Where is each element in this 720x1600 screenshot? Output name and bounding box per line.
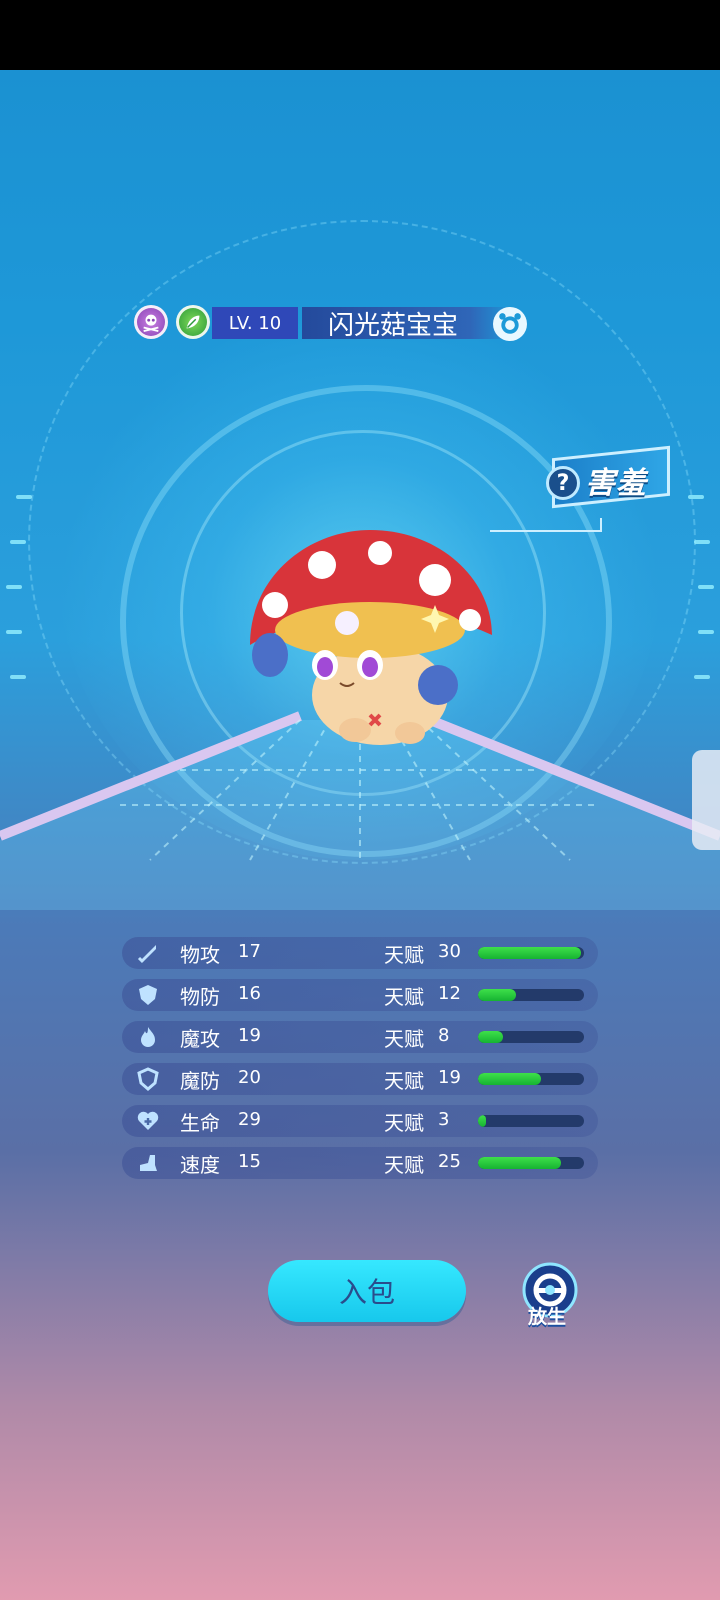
level-label: LV. 10 — [212, 307, 298, 339]
talent-bar — [478, 1115, 584, 1127]
trait-connector — [600, 518, 602, 532]
add-to-bag-button[interactable]: 入包 — [268, 1260, 466, 1322]
talent-bar-fill — [478, 947, 581, 959]
stat-name: 速度 — [180, 1153, 220, 1177]
stat-row-physical-defense: 物防 16 天赋 12 — [122, 979, 598, 1011]
poison-icon — [134, 305, 168, 339]
magic-shield-icon — [137, 1067, 159, 1091]
talent-bar-fill — [478, 1157, 561, 1169]
grass-icon — [176, 305, 210, 339]
talent-value: 25 — [438, 1151, 461, 1172]
stat-value: 17 — [238, 941, 261, 962]
talent-bar — [478, 1157, 584, 1169]
talent-bar-fill — [478, 1073, 541, 1085]
talent-bar-fill — [478, 989, 517, 1001]
stat-value: 15 — [238, 1151, 261, 1172]
shield-icon — [139, 985, 157, 1005]
flame-icon — [141, 1027, 155, 1047]
talent-value: 12 — [438, 983, 461, 1004]
talent-label: 天赋 — [384, 985, 424, 1009]
pet-capture-screen: LV. 10 闪光菇宝宝 ? 害羞 物攻 17 天赋 30 物防 16 天赋 1… — [0, 0, 720, 1600]
stat-name: 魔防 — [180, 1069, 220, 1093]
talent-label: 天赋 — [384, 1027, 424, 1051]
trait-label: 害羞 — [585, 466, 647, 501]
side-drawer-handle[interactable] — [692, 750, 720, 850]
stat-row-health: 生命 29 天赋 3 — [122, 1105, 598, 1137]
deco-tick — [698, 630, 714, 634]
talent-label: 天赋 — [384, 1153, 424, 1177]
status-bar — [0, 0, 720, 70]
deco-tick — [698, 585, 714, 589]
help-icon[interactable]: ? — [546, 466, 580, 500]
release-label[interactable]: 放生 — [528, 1302, 566, 1329]
deco-tick — [694, 675, 710, 679]
stat-value: 20 — [238, 1067, 261, 1088]
talent-value: 30 — [438, 941, 461, 962]
deco-tick — [6, 630, 22, 634]
talent-bar-fill — [478, 1031, 504, 1043]
stat-row-physical-attack: 物攻 17 天赋 30 — [122, 937, 598, 969]
talent-value: 8 — [438, 1025, 450, 1046]
talent-bar — [478, 947, 584, 959]
deco-tick — [694, 540, 710, 544]
stat-name: 物攻 — [180, 943, 220, 967]
talent-bar-fill — [478, 1115, 487, 1127]
deco-tick — [16, 495, 32, 499]
stat-name: 魔攻 — [180, 1027, 220, 1051]
stat-value: 19 — [238, 1025, 261, 1046]
mushroom-pet-image — [230, 525, 500, 765]
boot-icon — [140, 1155, 157, 1171]
talent-value: 19 — [438, 1067, 461, 1088]
gender-icon — [493, 307, 527, 341]
stat-name: 生命 — [180, 1111, 220, 1135]
stats-panel: 物攻 17 天赋 30 物防 16 天赋 12 魔攻 19 天赋 8 魔防 20… — [122, 937, 598, 1189]
deco-tick — [10, 675, 26, 679]
trait-connector — [490, 530, 602, 532]
deco-tick — [688, 495, 704, 499]
talent-label: 天赋 — [384, 1111, 424, 1135]
deco-tick — [6, 585, 22, 589]
stat-name: 物防 — [180, 985, 220, 1009]
talent-label: 天赋 — [384, 943, 424, 967]
stat-row-speed: 速度 15 天赋 25 — [122, 1147, 598, 1179]
sword-icon — [137, 945, 156, 964]
pet-name-text: 闪光菇宝宝 — [328, 310, 459, 341]
talent-value: 3 — [438, 1109, 450, 1130]
stat-value: 29 — [238, 1109, 261, 1130]
deco-tick — [10, 540, 26, 544]
talent-bar — [478, 1073, 584, 1085]
stat-value: 16 — [238, 983, 261, 1004]
stat-row-magic-attack: 魔攻 19 天赋 8 — [122, 1021, 598, 1053]
pet-name: 闪光菇宝宝 — [302, 307, 512, 341]
heart-icon — [137, 1111, 159, 1130]
stat-row-magic-defense: 魔防 20 天赋 19 — [122, 1063, 598, 1095]
talent-bar — [478, 1031, 584, 1043]
talent-label: 天赋 — [384, 1069, 424, 1093]
talent-bar — [478, 989, 584, 1001]
